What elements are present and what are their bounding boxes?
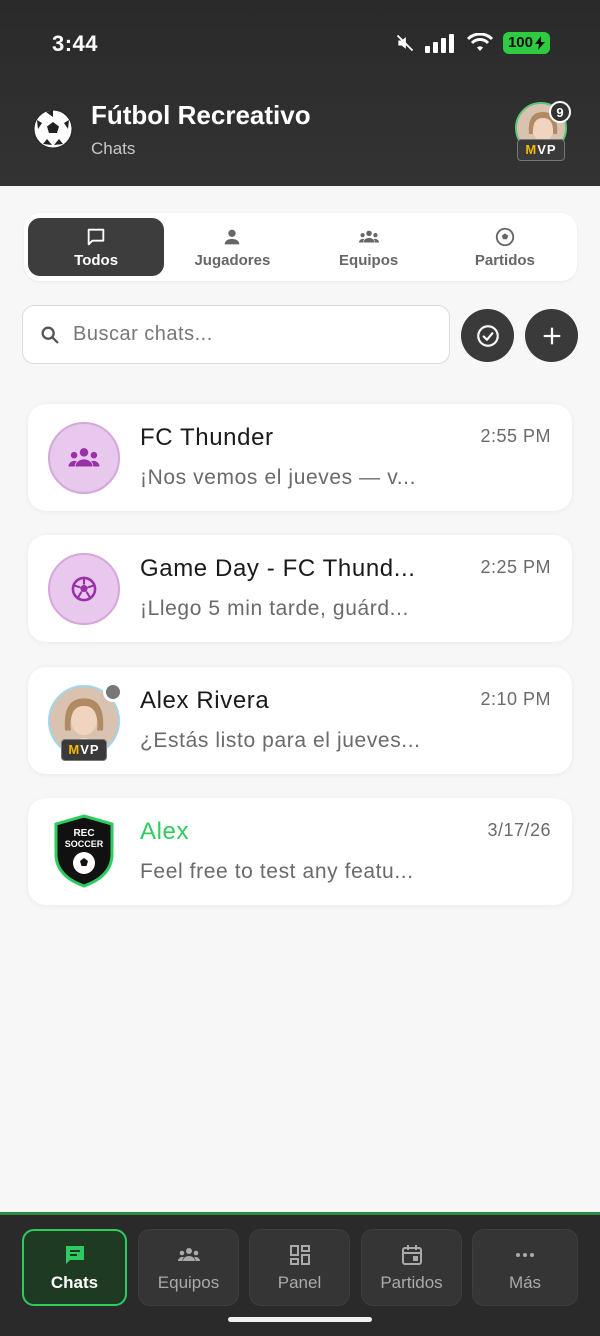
chat-preview: ¡Nos vemos el jueves — v...: [140, 466, 417, 489]
search-icon: [41, 326, 59, 343]
status-time: 3:44: [52, 31, 99, 56]
chat-preview: ¡Llego 5 min tarde, guárd...: [140, 597, 409, 620]
page-subtitle: Chats: [91, 139, 136, 158]
nav-equipos[interactable]: Equipos: [138, 1229, 239, 1306]
chat-item-alex-rivera[interactable]: MVP Alex Rivera ¿Estás listo para el jue…: [28, 667, 572, 774]
tab-label: Equipos: [339, 251, 399, 269]
nav-partidos[interactable]: Partidos: [361, 1229, 462, 1306]
chat-time: 2:25 PM: [480, 557, 551, 577]
nav-chats[interactable]: Chats: [22, 1229, 127, 1306]
mute-icon: [396, 34, 414, 52]
status-bar: 3:44 100: [0, 0, 600, 90]
chat-name: Alex Rivera: [140, 687, 270, 714]
tab-equipos[interactable]: Equipos: [301, 218, 437, 276]
dashboard-icon: [289, 1244, 310, 1265]
battery-indicator: 100: [502, 32, 550, 54]
rec-soccer-logo: REC SOCCER: [54, 814, 114, 888]
calendar-icon: [401, 1244, 422, 1265]
new-chat-button[interactable]: [525, 309, 578, 362]
mark-read-button[interactable]: [461, 309, 514, 362]
chat-avatar: [48, 422, 120, 494]
chat-item-game-day[interactable]: Game Day - FC Thund... ¡Llego 5 min tard…: [28, 535, 572, 642]
group-icon: [177, 1247, 200, 1261]
chat-name: Game Day - FC Thund...: [140, 555, 416, 582]
app-header: 3:44 100 Fútbol Recreativo Chats 9 MVP: [0, 0, 600, 186]
chat-icon: [65, 1245, 84, 1264]
group-icon: [358, 230, 379, 242]
plus-icon: [543, 327, 560, 344]
search-bar: [22, 305, 450, 364]
chat-preview: Feel free to test any featu...: [140, 860, 414, 883]
soccer-ball-logo-icon: [33, 109, 73, 149]
mvp-badge: MVP: [517, 139, 565, 161]
soccer-ball-icon: [495, 227, 515, 246]
chat-time: 2:55 PM: [480, 426, 551, 446]
chat-name: FC Thunder: [140, 424, 274, 451]
chat-bubble-icon: [87, 228, 105, 245]
notification-badge: 9: [549, 101, 571, 123]
person-icon: [225, 229, 240, 244]
tab-partidos[interactable]: Partidos: [437, 218, 573, 276]
app-title: Fútbol Recreativo: [91, 100, 311, 130]
chat-item-alex[interactable]: REC SOCCER Alex Feel free to test any fe…: [28, 798, 572, 905]
svg-text:REC: REC: [73, 828, 94, 839]
chat-item-fc-thunder[interactable]: FC Thunder ¡Nos vemos el jueves — v... 2…: [28, 404, 572, 511]
tab-label: Jugadores: [194, 251, 271, 269]
soccer-ball-icon: [71, 576, 97, 602]
tab-label: Partidos: [474, 251, 535, 269]
nav-mas[interactable]: Más: [472, 1229, 578, 1306]
nav-panel[interactable]: Panel: [249, 1229, 350, 1306]
home-indicator: [228, 1317, 372, 1322]
tab-label: Todos: [74, 251, 119, 269]
svg-text:SOCCER: SOCCER: [65, 839, 104, 849]
nav-label: Equipos: [157, 1272, 220, 1292]
more-icon: [516, 1252, 534, 1257]
chat-avatar: [48, 553, 120, 625]
nav-label: Más: [508, 1272, 542, 1292]
signal-icon: [424, 34, 454, 53]
charging-icon: [535, 36, 545, 50]
group-icon: [68, 448, 100, 467]
nav-label: Partidos: [380, 1272, 443, 1292]
wifi-icon: [466, 33, 493, 51]
chat-filter-tabs: Todos Jugadores Equipos Partidos: [24, 213, 577, 281]
chat-time: 3/17/26: [487, 820, 551, 840]
tab-todos[interactable]: Todos: [28, 218, 165, 276]
chat-time: 2:10 PM: [480, 689, 551, 709]
status-icons: 100: [395, 32, 550, 54]
chat-preview: ¿Estás listo para el jueves...: [140, 729, 421, 752]
battery-level: 100: [507, 34, 533, 51]
nav-label: Panel: [277, 1272, 322, 1292]
search-input[interactable]: [73, 323, 413, 346]
chat-name: Alex: [140, 818, 190, 845]
check-circle-icon: [476, 324, 499, 347]
tab-jugadores[interactable]: Jugadores: [164, 218, 300, 276]
presence-dot: [103, 682, 123, 702]
mvp-badge: MVP: [61, 739, 107, 761]
nav-label: Chats: [50, 1272, 99, 1292]
